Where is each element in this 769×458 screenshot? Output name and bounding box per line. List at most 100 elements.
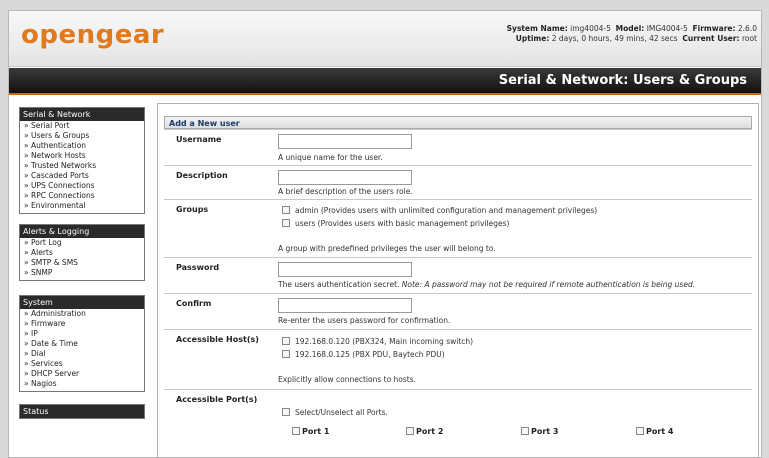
nav-item-administration[interactable]: Administration [20,309,144,319]
confirm-row: Confirm Re-enter the users password for … [164,293,752,329]
nav-group-system: System Administration Firmware IP Date &… [19,295,145,392]
nav-item-snmp[interactable]: SNMP [20,268,144,278]
accessible-ports-row: Accessible Port(s) Select/Unselect all P… [164,389,752,449]
group-users-checkbox[interactable] [282,219,290,227]
username-input[interactable] [278,134,412,149]
group-users-option[interactable]: users (Provides users with basic managem… [282,219,509,228]
nav-item-trusted-networks[interactable]: Trusted Networks [20,161,144,171]
nav-heading-system: System [20,296,144,309]
nav-item-users-groups[interactable]: Users & Groups [20,131,144,141]
host-option-1[interactable]: 192.168.0.125 (PBX PDU, Baytech PDU) [282,350,445,359]
nav-item-dial[interactable]: Dial [20,349,144,359]
nav-item-authentication[interactable]: Authentication [20,141,144,151]
port-2-checkbox[interactable] [406,427,414,435]
password-label: Password [176,263,220,272]
description-row: Description A brief description of the u… [164,165,752,199]
accessible-ports-label: Accessible Port(s) [176,395,258,404]
nav-group-alerts-logging: Alerts & Logging Port Log Alerts SMTP & … [19,224,145,281]
accessible-hosts-label: Accessible Host(s) [176,335,259,344]
nav-item-network-hosts[interactable]: Network Hosts [20,151,144,161]
description-help: A brief description of the users role. [278,187,413,196]
title-bar: Serial & Network: Users & Groups [9,68,761,95]
port-option-1[interactable]: Port 1 [292,427,329,436]
description-input[interactable] [278,170,412,185]
host-checkbox-1[interactable] [282,350,290,358]
nav-heading-status: Status [20,405,144,418]
username-row: Username A unique name for the user. [164,129,752,165]
nav-group-serial-network: Serial & Network Serial Port Users & Gro… [19,107,145,214]
description-label: Description [176,171,228,180]
current-user-value: root [741,34,757,43]
group-users-label: users (Provides users with basic managem… [295,219,510,228]
select-all-ports-option[interactable]: Select/Unselect all Ports. [282,408,388,417]
nav-heading-alerts-logging: Alerts & Logging [20,225,144,238]
nav-item-environmental[interactable]: Environmental [20,201,144,211]
port-4-label: Port 4 [646,427,674,436]
firmware-value: 2.6.0 [737,24,757,33]
nav-item-cascaded-ports[interactable]: Cascaded Ports [20,171,144,181]
port-1-label: Port 1 [302,427,330,436]
main-content: Add a New user Username A unique name fo… [157,103,759,457]
firmware-label: Firmware: [692,24,736,33]
confirm-help: Re-enter the users password for confirma… [278,316,451,325]
port-option-2[interactable]: Port 2 [406,427,443,436]
system-info: System Name: img4004-5 Model: IMG4004-5 … [507,24,757,44]
page-title: Serial & Network: Users & Groups [498,73,747,88]
confirm-label: Confirm [176,299,212,308]
nav-item-services[interactable]: Services [20,359,144,369]
model-value: IMG4004-5 [646,24,688,33]
nav-item-nagios[interactable]: Nagios [20,379,144,389]
password-row: Password The users authentication secret… [164,257,752,293]
groups-help: A group with predefined privileges the u… [278,244,496,253]
opengear-logo[interactable]: opengear [21,20,164,50]
host-option-0[interactable]: 192.168.0.120 (PBX324, Main incoming swi… [282,337,473,346]
system-name-label: System Name: [506,24,568,33]
host-label-1: 192.168.0.125 (PBX PDU, Baytech PDU) [295,350,445,359]
browser-page: opengear System Name: img4004-5 Model: I… [8,10,762,458]
select-all-ports-label: Select/Unselect all Ports. [295,408,388,417]
password-input[interactable] [278,262,412,277]
nav-item-serial-port[interactable]: Serial Port [20,121,144,131]
accessible-hosts-row: Accessible Host(s) 192.168.0.120 (PBX324… [164,329,752,389]
nav-item-rpc-connections[interactable]: RPC Connections [20,191,144,201]
nav-item-dhcp-server[interactable]: DHCP Server [20,369,144,379]
current-user-label: Current User: [682,34,740,43]
model-label: Model: [615,24,645,33]
nav-item-firmware[interactable]: Firmware [20,319,144,329]
uptime-value: 2 days, 0 hours, 49 mins, 42 secs [551,34,678,43]
port-2-label: Port 2 [416,427,444,436]
nav-heading-serial-network: Serial & Network [20,108,144,121]
add-user-section-header: Add a New user [164,116,752,129]
system-name-value: img4004-5 [570,24,611,33]
nav-item-alerts[interactable]: Alerts [20,248,144,258]
confirm-input[interactable] [278,298,412,313]
port-3-label: Port 3 [531,427,559,436]
group-admin-option[interactable]: admin (Provides users with unlimited con… [282,206,597,215]
nav-item-port-log[interactable]: Port Log [20,238,144,248]
nav-item-date-time[interactable]: Date & Time [20,339,144,349]
select-all-ports-checkbox[interactable] [282,408,290,416]
port-option-3[interactable]: Port 3 [521,427,558,436]
nav-group-status: Status [19,404,145,419]
password-help: The users authentication secret. Note: A… [278,280,695,289]
host-checkbox-0[interactable] [282,337,290,345]
group-admin-label: admin (Provides users with unlimited con… [295,206,598,215]
password-help-text: The users authentication secret. [278,280,400,289]
accessible-hosts-help: Explicitly allow connections to hosts. [278,375,417,384]
port-1-checkbox[interactable] [292,427,300,435]
groups-label: Groups [176,205,209,214]
nav-item-smtp-sms[interactable]: SMTP & SMS [20,258,144,268]
password-help-note: Note: A password may not be required if … [401,280,696,289]
port-option-4[interactable]: Port 4 [636,427,673,436]
nav-item-ups-connections[interactable]: UPS Connections [20,181,144,191]
port-3-checkbox[interactable] [521,427,529,435]
username-label: Username [176,135,222,144]
username-help: A unique name for the user. [278,153,383,162]
nav-item-ip[interactable]: IP [20,329,144,339]
header: opengear System Name: img4004-5 Model: I… [9,11,761,67]
group-admin-checkbox[interactable] [282,206,290,214]
port-4-checkbox[interactable] [636,427,644,435]
uptime-label: Uptime: [515,34,550,43]
host-label-0: 192.168.0.120 (PBX324, Main incoming swi… [295,337,474,346]
sidebar: Serial & Network Serial Port Users & Gro… [19,107,145,429]
